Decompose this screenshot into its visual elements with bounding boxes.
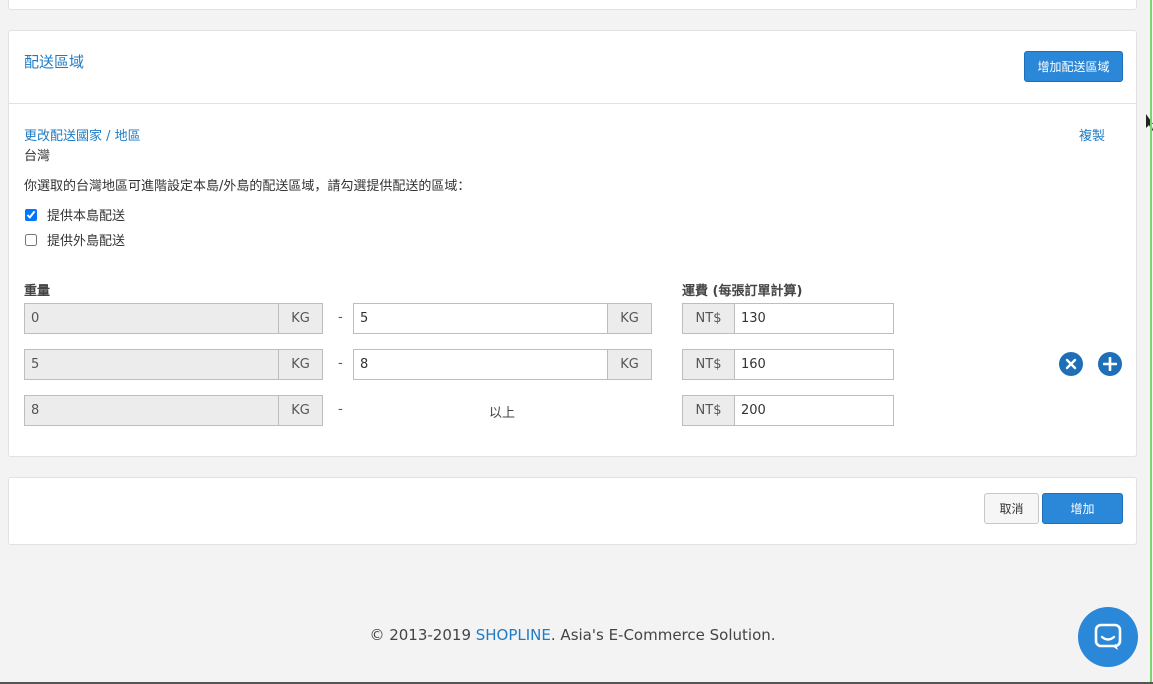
form-actions-panel: 取消 增加 (8, 477, 1137, 545)
outer-island-option[interactable]: 提供外島配送 (24, 230, 125, 249)
panel-title: 配送區域 (24, 53, 85, 71)
unit-addon: KG (279, 303, 323, 334)
cancel-button[interactable]: 取消 (984, 493, 1039, 524)
weight-from-input: 0 (24, 303, 279, 334)
fee-input[interactable]: 130 (734, 303, 894, 334)
unit-addon: KG (608, 303, 652, 334)
weight-from-input: 8 (24, 395, 279, 426)
unit-addon: KG (279, 349, 323, 380)
range-separator: - (338, 402, 343, 417)
weight-from-group: 5 KG (24, 349, 323, 380)
footer-copyright: © 2013-2019 (369, 626, 476, 644)
instruction-text: 你選取的台灣地區可進階設定本島/外島的配送區域，請勾選提供配送的區域： (24, 179, 471, 194)
main-island-option[interactable]: 提供本島配送 (24, 205, 125, 224)
brand-link[interactable]: SHOPLINE (476, 626, 551, 644)
range-separator: - (338, 356, 343, 371)
panel-header: 配送區域 增加配送區域 (9, 31, 1136, 104)
add-button[interactable]: 增加 (1042, 493, 1123, 524)
weight-from-group: 0 KG (24, 303, 323, 334)
main-island-label: 提供本島配送 (47, 209, 126, 224)
currency-addon: NT$ (682, 349, 734, 380)
unit-addon: KG (279, 395, 323, 426)
outer-island-checkbox[interactable] (25, 233, 37, 246)
change-country-link[interactable]: 更改配送國家 / 地區 (24, 125, 141, 144)
weight-to-input[interactable]: 8 (353, 349, 608, 380)
remove-row-icon[interactable] (1059, 352, 1083, 376)
fee-input[interactable]: 200 (734, 395, 894, 426)
footer: © 2013-2019 SHOPLINE. Asia's E-Commerce … (0, 626, 1145, 644)
weight-from-input: 5 (24, 349, 279, 380)
country-name: 台灣 (24, 149, 51, 164)
shipping-region-panel: 配送區域 增加配送區域 更改配送國家 / 地區 複製 台灣 你選取的台灣地區可進… (8, 30, 1137, 457)
copy-link[interactable]: 複製 (1079, 125, 1105, 144)
weight-to-input[interactable]: 5 (353, 303, 608, 334)
add-region-button[interactable]: 增加配送區域 (1024, 51, 1123, 82)
weight-to-group: 8 KG (353, 349, 652, 380)
chat-widget-icon[interactable] (1078, 607, 1138, 667)
weight-header: 重量 (24, 284, 51, 299)
unit-addon: KG (608, 349, 652, 380)
weight-from-group: 8 KG (24, 395, 323, 426)
fee-group: NT$ 200 (682, 395, 894, 426)
add-row-icon[interactable] (1098, 352, 1122, 376)
fee-header: 運費 (每張訂單計算) (682, 284, 803, 299)
above-label: 以上 (489, 406, 516, 421)
currency-addon: NT$ (682, 395, 734, 426)
window-edge (1150, 0, 1152, 684)
currency-addon: NT$ (682, 303, 734, 334)
previous-panel (8, 0, 1137, 10)
outer-island-label: 提供外島配送 (47, 234, 126, 249)
fee-group: NT$ 160 (682, 349, 894, 380)
fee-group: NT$ 130 (682, 303, 894, 334)
fee-input[interactable]: 160 (734, 349, 894, 380)
range-separator: - (338, 310, 343, 325)
weight-to-group: 5 KG (353, 303, 652, 334)
footer-tagline: . Asia's E-Commerce Solution. (550, 626, 776, 644)
main-island-checkbox[interactable] (25, 208, 37, 221)
